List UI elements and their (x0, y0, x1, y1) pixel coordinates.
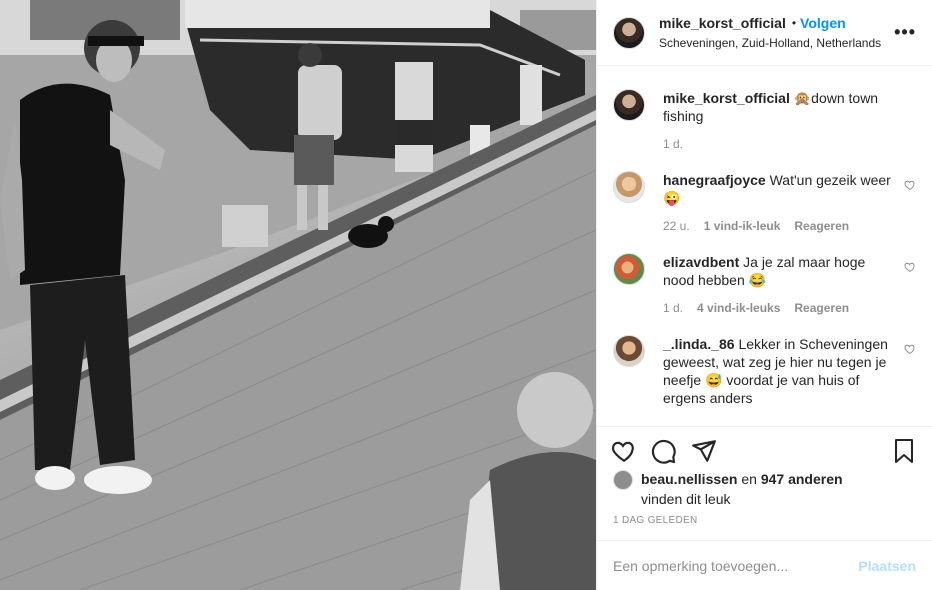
heart-icon[interactable] (611, 438, 637, 464)
comment-username[interactable]: hanegraafjoyce (663, 172, 766, 188)
comment-meta: 1 d. 4 vind-ik-leuks Reageren (663, 299, 892, 317)
post-comment-button[interactable]: Plaatsen (858, 558, 916, 574)
likes-and: en (741, 471, 757, 487)
action-bar (597, 426, 932, 474)
avatar[interactable] (613, 335, 645, 367)
comment-meta: 22 u. 1 vind-ik-leuk Reageren (663, 217, 892, 235)
avatar[interactable] (613, 171, 645, 203)
location-link[interactable]: Scheveningen, Zuid-Holland, Netherlands (659, 34, 881, 52)
comment-likes[interactable]: 1 vind-ik-leuk (704, 217, 781, 235)
comment-likes[interactable]: 4 vind-ik-leuks (697, 299, 780, 317)
header-text: mike_korst_official • Volgen Scheveninge… (659, 14, 881, 52)
reply-button[interactable]: Reageren (794, 217, 849, 235)
caption: mike_korst_official 🙊down town fishing 1… (613, 89, 916, 153)
comment-time[interactable]: 1 d. (663, 299, 683, 317)
avatar[interactable] (613, 253, 645, 285)
comment-item: hanegraafjoyce Wat'un gezeik weer 😜 22 u… (613, 171, 916, 235)
likes-count[interactable]: 947 anderen (761, 471, 843, 487)
liker-username[interactable]: beau.nellissen (641, 471, 737, 487)
heart-icon[interactable] (904, 343, 916, 355)
comment-username[interactable]: _.linda._86 (663, 336, 735, 352)
comment-body: _.linda._86 Lekker in Scheveningen gewee… (663, 335, 892, 407)
liker-avatar[interactable] (613, 470, 633, 491)
heart-icon[interactable] (904, 261, 916, 273)
add-comment-bar: Een opmerking toevoegen... Plaatsen (597, 540, 932, 590)
comment-body: hanegraafjoyce Wat'un gezeik weer 😜 22 u… (663, 171, 892, 235)
comment-username[interactable]: elizavdbent (663, 254, 739, 270)
comments-list[interactable]: mike_korst_official 🙊down town fishing 1… (597, 67, 932, 425)
post-photo-illustration (0, 0, 596, 590)
likes-suffix: vinden dit leuk (641, 491, 731, 508)
caption-username[interactable]: mike_korst_official (663, 90, 790, 106)
follow-button[interactable]: Volgen (800, 14, 846, 32)
post-side-panel: mike_korst_official • Volgen Scheveninge… (596, 0, 932, 590)
comment-item: elizavdbent Ja je zal maar hoge nood heb… (613, 253, 916, 317)
comment-body: elizavdbent Ja je zal maar hoge nood heb… (663, 253, 892, 317)
comment-time[interactable]: 22 u. (663, 217, 690, 235)
more-options-icon[interactable]: ••• (894, 22, 916, 43)
comment-icon[interactable] (651, 438, 677, 464)
bookmark-icon[interactable] (892, 438, 916, 464)
post-date[interactable]: 1 DAG GELEDEN (613, 515, 697, 526)
share-icon[interactable] (691, 438, 717, 464)
avatar[interactable] (613, 16, 645, 49)
comment-input[interactable]: Een opmerking toevoegen... (613, 558, 858, 574)
header-row: mike_korst_official • Volgen (659, 14, 881, 32)
reply-button[interactable]: Reageren (794, 299, 849, 317)
caption-meta: 1 d. (663, 135, 892, 153)
caption-body: mike_korst_official 🙊down town fishing 1… (663, 89, 892, 153)
heart-icon[interactable] (904, 179, 916, 191)
separator-dot: • (791, 15, 797, 30)
post-photo[interactable] (0, 0, 596, 590)
caption-time[interactable]: 1 d. (663, 135, 683, 153)
avatar[interactable] (613, 89, 645, 121)
post-header: mike_korst_official • Volgen Scheveninge… (597, 0, 932, 66)
likes-row: beau.nellissen en 947 anderen (613, 470, 916, 491)
username-link[interactable]: mike_korst_official (659, 14, 786, 32)
likes-summary: beau.nellissen en 947 anderen vinden dit… (613, 470, 916, 508)
comment-item: _.linda._86 Lekker in Scheveningen gewee… (613, 335, 916, 407)
